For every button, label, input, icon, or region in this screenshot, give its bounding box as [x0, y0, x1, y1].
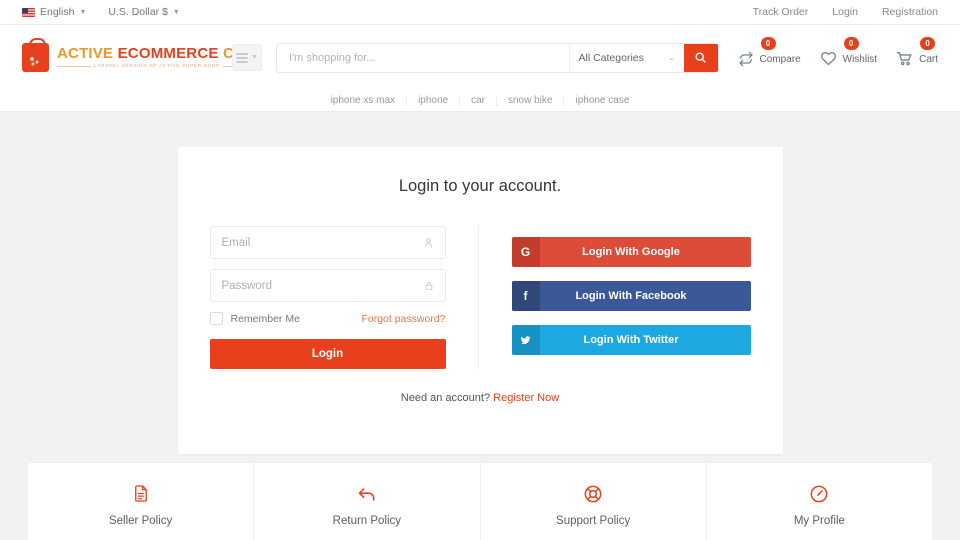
- checkbox-box: [209, 312, 223, 325]
- wishlist-button[interactable]: 0 Wishlist: [819, 36, 878, 67]
- site-header: ACTIVE ECOMMERCE CMS LARAVEL VERSION OF …: [0, 25, 960, 90]
- language-selector[interactable]: English ▼: [22, 6, 86, 18]
- need-account-text: Need an account?: [400, 392, 491, 404]
- top-bar-left: English ▼ U.S. Dollar $ ▼: [22, 6, 180, 18]
- social-login-column: G Login With Google f Login With Faceboo…: [479, 226, 751, 369]
- language-label: English: [40, 6, 75, 18]
- tag-snow-bike[interactable]: snow bike: [497, 95, 565, 106]
- compare-text: 0 Compare: [759, 36, 801, 67]
- tag-iphone-case[interactable]: iphone case: [564, 95, 640, 106]
- tag-car[interactable]: car: [460, 95, 497, 106]
- cart-label: Cart: [919, 53, 938, 65]
- support-policy-label: Support Policy: [556, 514, 631, 527]
- logo-tagline-row: LARAVEL VERSION OF ACTIVE SUPER SHOP: [57, 64, 257, 69]
- login-form-column: Remember Me Forgot password? Login: [209, 226, 478, 369]
- login-with-google-button[interactable]: G Login With Google: [511, 237, 751, 267]
- shopping-bag-icon: [22, 38, 49, 72]
- return-arrow-icon: [356, 483, 378, 505]
- tag-iphone[interactable]: iphone: [407, 95, 461, 106]
- footer-cards: Seller Policy Return Policy Support Poli…: [28, 462, 932, 540]
- search-bar: All Categories ⌄: [276, 42, 719, 73]
- seller-policy-card[interactable]: Seller Policy: [28, 463, 255, 540]
- speedometer-icon: [809, 483, 829, 505]
- tag-iphone-xs-max[interactable]: iphone xs max: [320, 95, 408, 106]
- document-icon: [132, 483, 150, 505]
- remember-me-checkbox[interactable]: Remember Me: [209, 312, 300, 325]
- wishlist-label: Wishlist: [842, 53, 878, 65]
- lock-icon: [424, 280, 434, 292]
- login-card: Login to your account. Email Remember Me…: [177, 147, 783, 454]
- remember-row: Remember Me Forgot password?: [209, 312, 446, 325]
- compare-icon: [737, 51, 755, 67]
- top-bar-right: Track Order Login Registration: [753, 6, 938, 18]
- login-with-facebook-button[interactable]: f Login With Facebook: [511, 281, 751, 311]
- lifebuoy-icon: [583, 483, 603, 505]
- logo-word-active: ACTIVE: [57, 45, 114, 63]
- facebook-icon: f: [511, 281, 540, 311]
- compare-button[interactable]: 0 Compare: [737, 36, 801, 67]
- heart-icon: [819, 50, 838, 67]
- page-root: English ▼ U.S. Dollar $ ▼ Track Order Lo…: [0, 0, 960, 540]
- us-flag-icon: [22, 7, 35, 17]
- twitter-button-label: Login With Twitter: [583, 334, 679, 346]
- tagline-rule-left: [57, 66, 92, 67]
- password-field[interactable]: [221, 279, 424, 292]
- forgot-password-link[interactable]: Forgot password?: [361, 313, 445, 325]
- category-select-label: All Categories: [578, 51, 644, 64]
- search-input[interactable]: [277, 43, 569, 72]
- chevron-down-icon: ▼: [172, 8, 180, 16]
- user-icon: [423, 237, 434, 248]
- email-field-wrapper: [209, 226, 446, 259]
- registration-link[interactable]: Registration: [882, 6, 938, 18]
- track-order-link[interactable]: Track Order: [753, 6, 809, 18]
- google-icon: G: [511, 237, 540, 267]
- site-logo[interactable]: ACTIVE ECOMMERCE CMS LARAVEL VERSION OF …: [22, 38, 257, 72]
- currency-selector[interactable]: U.S. Dollar $ ▼: [108, 6, 179, 18]
- category-select[interactable]: All Categories ⌄: [568, 43, 684, 72]
- category-menu-button[interactable]: ▼: [232, 44, 262, 71]
- top-bar: English ▼ U.S. Dollar $ ▼ Track Order Lo…: [0, 0, 960, 25]
- hamburger-icon: [236, 52, 249, 63]
- cart-text: 0 Cart: [919, 36, 938, 67]
- password-field-wrapper: [209, 269, 446, 302]
- cart-count-badge: 0: [920, 36, 936, 50]
- register-now-link[interactable]: Register Now: [493, 392, 559, 404]
- twitter-icon: [511, 325, 540, 355]
- search-icon: [695, 52, 706, 63]
- cart-button[interactable]: 0 Cart: [895, 36, 938, 67]
- logo-tagline: LARAVEL VERSION OF ACTIVE SUPER SHOP: [94, 63, 220, 69]
- chevron-down-icon: ▼: [79, 8, 87, 16]
- logo-text: ACTIVE ECOMMERCE CMS LARAVEL VERSION OF …: [57, 46, 257, 69]
- login-link[interactable]: Login: [832, 6, 858, 18]
- my-profile-card[interactable]: My Profile: [707, 463, 932, 540]
- login-card-body: Remember Me Forgot password? Login G Log…: [209, 226, 751, 369]
- currency-label: U.S. Dollar $: [108, 6, 168, 18]
- google-button-label: Login With Google: [582, 246, 680, 258]
- register-prompt: Need an account? Register Now: [210, 392, 751, 404]
- page-title: Login to your account.: [398, 177, 562, 195]
- chevron-down-icon: ⌄: [668, 54, 675, 62]
- logo-wordmark: ACTIVE ECOMMERCE CMS: [57, 46, 257, 61]
- search-suggestion-bar: iphone xs max iphone car snow bike iphon…: [0, 90, 960, 112]
- remember-me-label: Remember Me: [230, 312, 300, 325]
- main-content: Login to your account. Email Remember Me…: [0, 112, 960, 462]
- chevron-down-icon: ▼: [251, 54, 258, 61]
- search-button[interactable]: [683, 43, 718, 72]
- return-policy-label: Return Policy: [332, 514, 402, 527]
- facebook-button-label: Login With Facebook: [575, 290, 687, 302]
- login-with-twitter-button[interactable]: Login With Twitter: [511, 325, 751, 355]
- wishlist-count-badge: 0: [843, 36, 859, 50]
- seller-policy-label: Seller Policy: [108, 514, 173, 527]
- my-profile-label: My Profile: [793, 514, 845, 527]
- return-policy-card[interactable]: Return Policy: [254, 463, 481, 540]
- wishlist-text: 0 Wishlist: [842, 36, 878, 67]
- login-submit-button[interactable]: Login: [209, 339, 446, 369]
- header-action-icons: 0 Compare 0 Wishlist 0 Cart: [719, 36, 938, 67]
- compare-count-badge: 0: [760, 36, 776, 50]
- support-policy-card[interactable]: Support Policy: [481, 463, 707, 540]
- cart-icon: [895, 50, 914, 67]
- compare-label: Compare: [759, 53, 801, 65]
- email-field[interactable]: [221, 236, 423, 249]
- logo-word-ecommerce: ECOMMERCE: [117, 45, 219, 63]
